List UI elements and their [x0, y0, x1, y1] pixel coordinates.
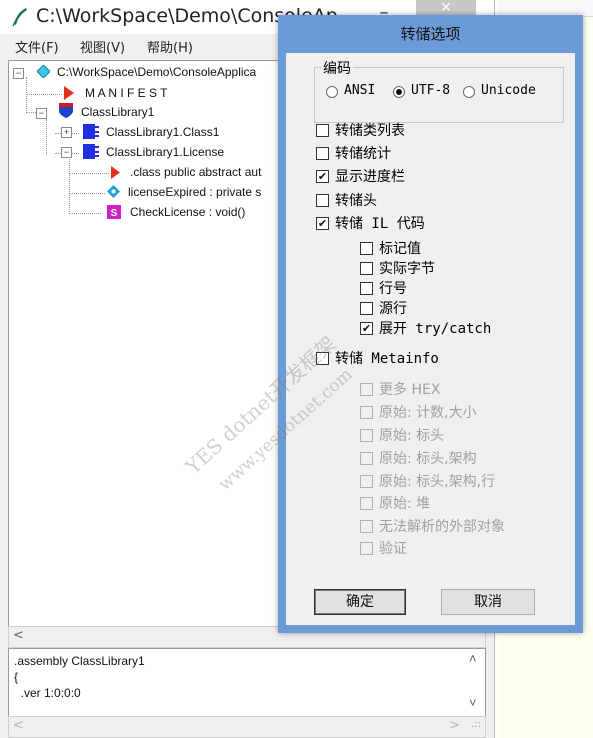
tree-connector [69, 159, 70, 214]
option-raw-header-schema-rows: 原始: 标头,架构,行 [379, 474, 496, 490]
magenta-s-icon: S [107, 205, 121, 219]
scroll-up-icon[interactable]: ˄ [469, 651, 477, 666]
tree-node-root[interactable]: C:\WorkSpace\Demo\ConsoleApplica [57, 63, 256, 81]
code-pane-scrollbar[interactable]: < > .:: [8, 716, 486, 738]
checkbox-expand-try-catch[interactable]: ✔ [360, 322, 373, 335]
ok-button[interactable]: 确定 [314, 589, 406, 615]
checkbox-show-progress[interactable]: ✔ [316, 170, 329, 183]
checkbox-raw-header-schema [360, 452, 373, 465]
tree-node-class-decl[interactable]: .class public abstract aut [130, 163, 261, 181]
option-validate: 验证 [379, 541, 407, 557]
radio-ansi-label[interactable]: ANSI [344, 83, 375, 98]
red-triangle-icon [111, 166, 120, 179]
option-token-values[interactable]: 标记值 [379, 238, 421, 258]
scroll-left-icon[interactable]: < [13, 718, 24, 733]
cyan-diamond-icon [107, 185, 120, 198]
option-actual-bytes[interactable]: 实际字节 [379, 258, 435, 278]
tree-node-method[interactable]: CheckLicense : void() [130, 203, 245, 221]
checkbox-dump-il[interactable]: ✔ [316, 217, 329, 230]
option-source-lines[interactable]: 源行 [379, 298, 407, 318]
checkbox-dump-class-list[interactable] [316, 124, 329, 137]
checkbox-more-hex [360, 383, 373, 396]
radio-ansi[interactable] [326, 86, 338, 98]
tree-connector [26, 94, 62, 95]
expand-toggle[interactable]: + [61, 127, 72, 138]
checkbox-validate [360, 542, 373, 555]
expand-toggle[interactable]: − [61, 147, 72, 158]
scroll-left-icon[interactable]: < [13, 628, 24, 643]
option-dump-metainfo[interactable]: 转储 Metainfo [335, 348, 439, 368]
tree-connector [46, 119, 47, 155]
red-triangle-icon [64, 86, 74, 100]
code-line: { [14, 670, 19, 684]
radio-utf8[interactable] [393, 86, 405, 98]
menu-help[interactable]: 帮助(H) [147, 37, 193, 56]
tree-connector [69, 213, 101, 214]
checkbox-raw-counts-sizes [360, 406, 373, 419]
option-line-numbers[interactable]: 行号 [379, 278, 407, 298]
tree-node-manifest[interactable]: M A N I F E S T [85, 84, 167, 102]
option-raw-header-schema: 原始: 标头,架构 [379, 451, 477, 467]
radio-unicode[interactable] [463, 86, 475, 98]
option-more-hex: 更多 HEX [379, 382, 441, 398]
diamond-icon [37, 65, 50, 78]
checkbox-actual-bytes[interactable] [360, 262, 373, 275]
option-show-progress[interactable]: 显示进度栏 [335, 166, 405, 186]
tree-node-library[interactable]: ClassLibrary1 [81, 103, 154, 121]
option-raw-header: 原始: 标头 [379, 428, 445, 444]
quill-icon [12, 8, 27, 27]
blue-shield-icon [59, 103, 73, 118]
checkbox-raw-heaps [360, 497, 373, 510]
tree-connector [26, 112, 36, 113]
radio-unicode-label[interactable]: Unicode [481, 83, 536, 98]
scroll-right-icon[interactable]: > [449, 718, 460, 733]
checkbox-dump-header[interactable] [316, 194, 329, 207]
option-dump-stats[interactable]: 转储统计 [335, 143, 391, 163]
checkbox-dump-stats[interactable] [316, 147, 329, 160]
menu-file[interactable]: 文件(F) [15, 37, 59, 56]
code-line: .ver 1:0:0:0 [14, 686, 81, 700]
option-expand-try-catch[interactable]: 展开 try/catch [379, 318, 491, 338]
blue-class-icon [83, 124, 99, 139]
tree-node-field[interactable]: licenseExpired : private s [128, 183, 261, 201]
cancel-button[interactable]: 取消 [441, 589, 535, 615]
tree-connector [26, 77, 27, 113]
option-raw-heaps: 原始: 堆 [379, 496, 431, 512]
dialog-title: 转储选项 [400, 25, 461, 43]
option-dump-class-list[interactable]: 转储类列表 [335, 120, 405, 140]
tree-node-license[interactable]: ClassLibrary1.License [106, 143, 224, 161]
tree-connector [69, 193, 105, 194]
option-dump-il[interactable]: 转储 IL 代码 [335, 213, 425, 233]
radio-utf8-label[interactable]: UTF-8 [411, 83, 450, 98]
checkbox-raw-header-schema-rows [360, 475, 373, 488]
checkbox-unresolved-ext [360, 520, 373, 533]
checkbox-line-numbers[interactable] [360, 282, 373, 295]
tree-node-class1[interactable]: ClassLibrary1.Class1 [106, 123, 219, 141]
tree-connector [69, 173, 109, 174]
checkbox-source-lines[interactable] [360, 302, 373, 315]
option-unresolved-ext: 无法解析的外部对象 [379, 519, 505, 535]
checkbox-raw-header [360, 429, 373, 442]
scroll-down-icon[interactable]: ˅ [469, 695, 477, 710]
code-line: .assembly ClassLibrary1 [14, 654, 145, 668]
resize-grip-icon[interactable]: .:: [471, 719, 481, 730]
option-raw-counts-sizes: 原始: 计数,大小 [379, 405, 477, 421]
option-dump-header[interactable]: 转储头 [335, 190, 377, 210]
expand-toggle[interactable]: − [13, 68, 24, 79]
svg-text:S: S [111, 208, 118, 219]
checkbox-token-values[interactable] [360, 242, 373, 255]
menu-view[interactable]: 视图(V) [80, 37, 125, 56]
blue-class-icon [83, 144, 99, 159]
encoding-label: 编码 [321, 58, 353, 78]
expand-toggle[interactable]: − [36, 108, 47, 119]
close-button[interactable]: ✕ [416, 0, 476, 16]
code-pane[interactable]: .assembly ClassLibrary1 { .ver 1:0:0:0 ˄… [8, 648, 486, 718]
